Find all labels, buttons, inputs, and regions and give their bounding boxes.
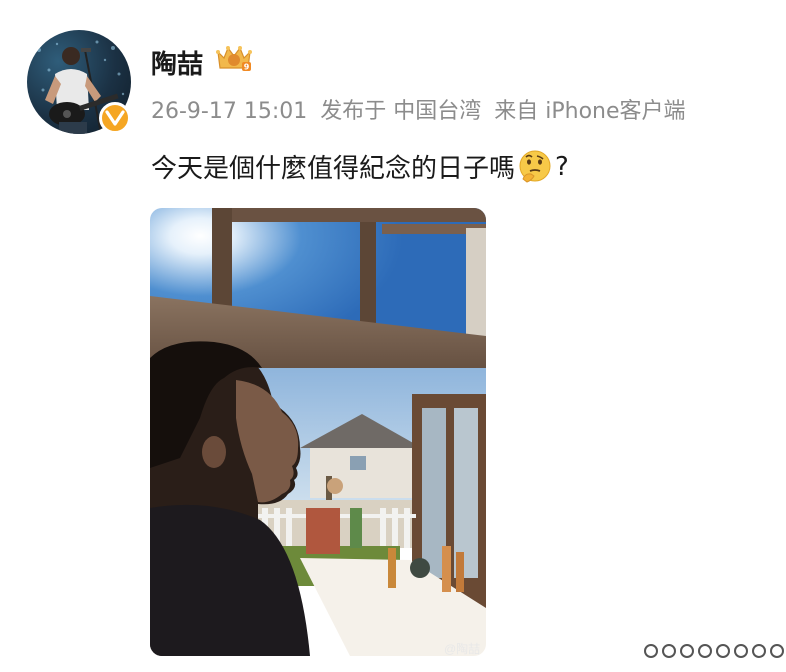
weibo-post: 陶喆 9 26-9-17 15:01 发布于 中国台湾 来自 iPhone客户端… bbox=[0, 0, 786, 672]
dot-icon bbox=[770, 644, 784, 658]
dot-icon bbox=[680, 644, 694, 658]
dot-icon bbox=[752, 644, 766, 658]
post-meta: 26-9-17 15:01 发布于 中国台湾 来自 iPhone客户端 bbox=[151, 93, 692, 125]
post-date: 26-9-17 15:01 bbox=[151, 99, 308, 124]
thinking-face-emoji bbox=[517, 149, 553, 185]
dot-icon bbox=[716, 644, 730, 658]
avatar-container[interactable] bbox=[27, 30, 131, 134]
username[interactable]: 陶喆 bbox=[151, 44, 203, 81]
post-text: 今天是個什麼值得紀念的日子嗎 ? bbox=[151, 148, 569, 185]
dot-icon bbox=[644, 644, 658, 658]
more-dots-icon[interactable] bbox=[644, 644, 784, 658]
photo-watermark: @陶喆 bbox=[444, 642, 481, 656]
verified-badge-icon bbox=[99, 102, 131, 134]
level-crown-icon[interactable]: 9 bbox=[214, 42, 254, 74]
post-text-end: ? bbox=[555, 151, 569, 182]
post-location: 发布于 中国台湾 bbox=[320, 99, 482, 124]
dot-icon bbox=[734, 644, 748, 658]
post-source[interactable]: 来自 iPhone客户端 bbox=[494, 99, 685, 124]
dot-icon bbox=[662, 644, 676, 658]
dot-icon bbox=[698, 644, 712, 658]
post-photo[interactable] bbox=[150, 208, 486, 656]
svg-text:9: 9 bbox=[244, 63, 250, 72]
post-text-main: 今天是個什麼值得紀念的日子嗎 bbox=[151, 154, 516, 184]
